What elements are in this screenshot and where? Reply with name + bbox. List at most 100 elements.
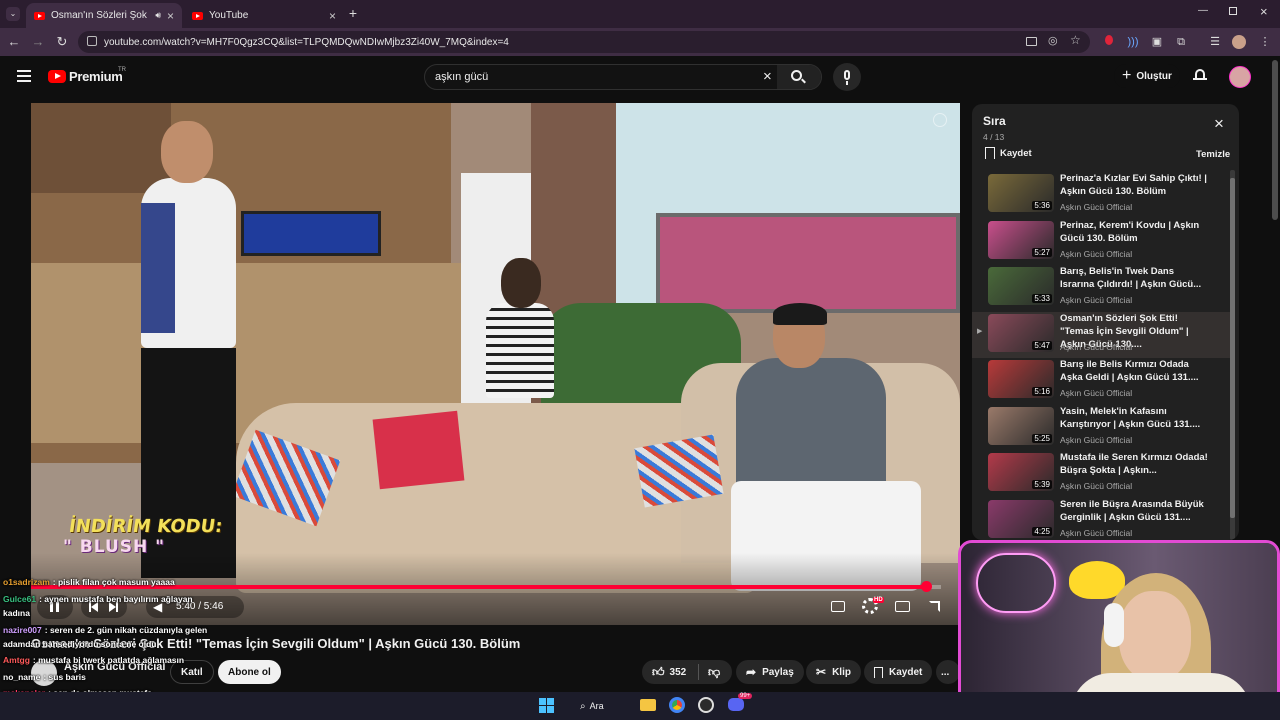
- queue-item[interactable]: 4:25 Seren ile Büşra Arasında Büyük Gergi…: [972, 498, 1230, 541]
- obs-icon[interactable]: [698, 697, 714, 713]
- hamburger-menu-icon[interactable]: [17, 70, 31, 82]
- queue-save-button[interactable]: Kaydet: [985, 147, 1032, 159]
- queue-item-duration: 5:39: [1032, 480, 1052, 489]
- subscribe-button[interactable]: Abone ol: [218, 660, 281, 684]
- youtube-logo[interactable]: Premium TR: [48, 67, 148, 86]
- notifications-bell-icon[interactable]: [1193, 68, 1207, 82]
- close-tab-icon[interactable]: ×: [329, 9, 336, 23]
- queue-item[interactable]: 5:27 Perinaz, Kerem'i Kovdu | Aşkın Gücü …: [972, 219, 1230, 265]
- queue-item-channel: Aşkın Gücü Official: [1060, 434, 1133, 445]
- minimize-icon[interactable]: —: [1198, 5, 1208, 16]
- tab-title: Osman'ın Sözleri Şok Etti! ": [51, 10, 149, 21]
- queue-scrollbar[interactable]: [1230, 170, 1235, 540]
- create-button[interactable]: + Oluştur: [1114, 64, 1180, 88]
- join-label: Katıl: [181, 666, 203, 678]
- taskbar-search-button[interactable]: ⌕ Ara: [580, 697, 628, 715]
- cast-icon[interactable]: [1026, 37, 1037, 46]
- close-queue-icon[interactable]: ×: [1214, 115, 1224, 132]
- forward-icon[interactable]: →: [30, 34, 46, 50]
- browser-menu-icon[interactable]: ⋮: [1258, 35, 1272, 49]
- captions-icon[interactable]: [831, 601, 845, 612]
- windows-taskbar: ⌕ Ara 99+: [0, 692, 1280, 720]
- extension-shield-icon[interactable]: ▣: [1150, 35, 1164, 49]
- pikachu-plush: [1069, 561, 1125, 599]
- queue-item[interactable]: 5:16 Barış ile Belis Kırmızı Odada Aşka G…: [972, 358, 1230, 404]
- clear-search-icon[interactable]: ×: [763, 68, 772, 85]
- youtube-favicon-icon: [192, 11, 203, 20]
- more-actions-button[interactable]: ...: [936, 660, 960, 684]
- taskbar-search-label: Ara: [589, 701, 604, 711]
- address-bar[interactable]: youtube.com/watch?v=MH7F0Qgz3CQ&list=TLP…: [78, 31, 1090, 53]
- close-window-icon[interactable]: ×: [1260, 4, 1268, 19]
- queue-item-duration: 5:47: [1032, 340, 1052, 350]
- start-windows-icon[interactable]: [539, 698, 554, 713]
- host-sleeve: [141, 203, 175, 333]
- save-button[interactable]: Kaydet: [864, 660, 933, 684]
- youtube-favicon-icon: [34, 11, 45, 20]
- back-icon[interactable]: ←: [6, 34, 22, 50]
- tab-current-video[interactable]: Osman'ın Sözleri Şok Etti! " 🔊︎ ×: [26, 3, 182, 28]
- media-control-icon[interactable]: ☰: [1208, 35, 1222, 49]
- reload-icon[interactable]: ↻: [54, 34, 70, 50]
- queue-item-channel: Aşkın Gücü Official: [1060, 388, 1133, 398]
- queue-item-title: Perinaz, Kerem'i Kovdu | Aşkın Gücü 130.…: [1060, 219, 1200, 244]
- new-tab-button[interactable]: +: [346, 5, 360, 21]
- speaker-icon[interactable]: 🔊︎: [155, 10, 161, 21]
- extensions-puzzle-icon[interactable]: ⧉: [1174, 35, 1188, 49]
- queue-item[interactable]: 5:33 Barış, Belis'in Twek Dans Israrına Ç…: [972, 265, 1230, 311]
- queue-item-title: Mustafa ile Seren Kırmızı Odada! Büşra Ş…: [1060, 452, 1208, 476]
- site-info-icon[interactable]: [87, 36, 97, 46]
- country-code: TR: [118, 67, 126, 73]
- progress-scrubber-handle[interactable]: [920, 581, 932, 592]
- tab-list-chevron-icon[interactable]: ⌄: [6, 7, 20, 21]
- chat-message: Amtgg: mustafa bi twerk patlatda ağlamas…: [3, 655, 184, 665]
- host-head: [161, 121, 213, 183]
- promo-code-title: İNDİRİM KODU:: [67, 516, 224, 537]
- miniplayer-icon[interactable]: [895, 601, 910, 612]
- chat-username: Amtgg: [3, 655, 30, 665]
- eye-off-icon[interactable]: ◎: [1048, 34, 1058, 47]
- queue-item-thumbnail: 4:25: [988, 499, 1054, 538]
- close-tab-icon[interactable]: ×: [167, 9, 174, 23]
- queue-item[interactable]: 5:36 Perinaz'a Kızlar Evi Sahip Çıktı! | …: [972, 172, 1230, 218]
- account-avatar[interactable]: [1229, 66, 1251, 88]
- like-button[interactable]: 👍︎ 352: [642, 660, 698, 684]
- youtube-logo-icon: [48, 70, 66, 83]
- more-label: ...: [941, 666, 950, 678]
- queue-item-channel: Aşkın Gücü Official: [1060, 295, 1133, 305]
- share-icon: ➦: [746, 665, 757, 679]
- bookmark-star-icon[interactable]: ☆: [1070, 33, 1081, 47]
- share-button[interactable]: ➦ Paylaş: [736, 660, 804, 684]
- queue-item-thumbnail: 5:25: [988, 406, 1054, 445]
- streamer-face: [1119, 591, 1191, 681]
- bookmark-icon: [874, 666, 883, 678]
- queue-item-duration: 5:33: [1032, 294, 1052, 303]
- chrome-icon[interactable]: [669, 697, 685, 713]
- queue-item[interactable]: 5:39 Mustafa ile Seren Kırmızı Odada! Büş…: [972, 451, 1230, 497]
- chat-text: mustafa bi twerk patlatda ağlamasın: [38, 655, 185, 665]
- hd-badge: HD: [873, 597, 884, 603]
- page-scrollbar[interactable]: [1272, 60, 1278, 220]
- fullscreen-icon[interactable]: [929, 601, 940, 612]
- queue-item[interactable]: ▶ 5:47 Osman'ın Sözleri Şok Etti! "Temas İ…: [972, 311, 1230, 358]
- search-input[interactable]: [435, 65, 755, 89]
- queue-item-thumbnail: 5:47: [988, 313, 1054, 352]
- voice-search-button[interactable]: [833, 63, 861, 91]
- profile-avatar-icon[interactable]: [1232, 35, 1246, 49]
- queue-save-label: Kaydet: [1000, 147, 1032, 159]
- search-button[interactable]: [777, 65, 821, 89]
- clip-button[interactable]: ✂ Klip: [806, 660, 861, 684]
- restore-icon[interactable]: [1229, 7, 1237, 15]
- video-player[interactable]: İNDİRİM KODU: " BLUSH " ◀︎ 5:40 / 5:46 H…: [31, 103, 960, 625]
- woman-sweater: [486, 303, 554, 398]
- discord-icon[interactable]: [728, 698, 744, 711]
- set-mirror: [656, 213, 960, 313]
- extension-audio-icon[interactable]: ))): [1126, 35, 1140, 49]
- chat-message: o1sadrizam: pislik filan çok masum yaaaa: [3, 577, 175, 587]
- file-explorer-icon[interactable]: [640, 699, 656, 711]
- dislike-button[interactable]: 👎︎: [700, 660, 730, 684]
- queue-item[interactable]: 5:25 Yasin, Melek'in Kafasını Karıştırıyo…: [972, 405, 1230, 451]
- extension-red-icon[interactable]: [1102, 35, 1116, 49]
- tab-youtube[interactable]: YouTube ×: [184, 3, 344, 28]
- queue-clear-button[interactable]: Temizle: [1196, 149, 1230, 160]
